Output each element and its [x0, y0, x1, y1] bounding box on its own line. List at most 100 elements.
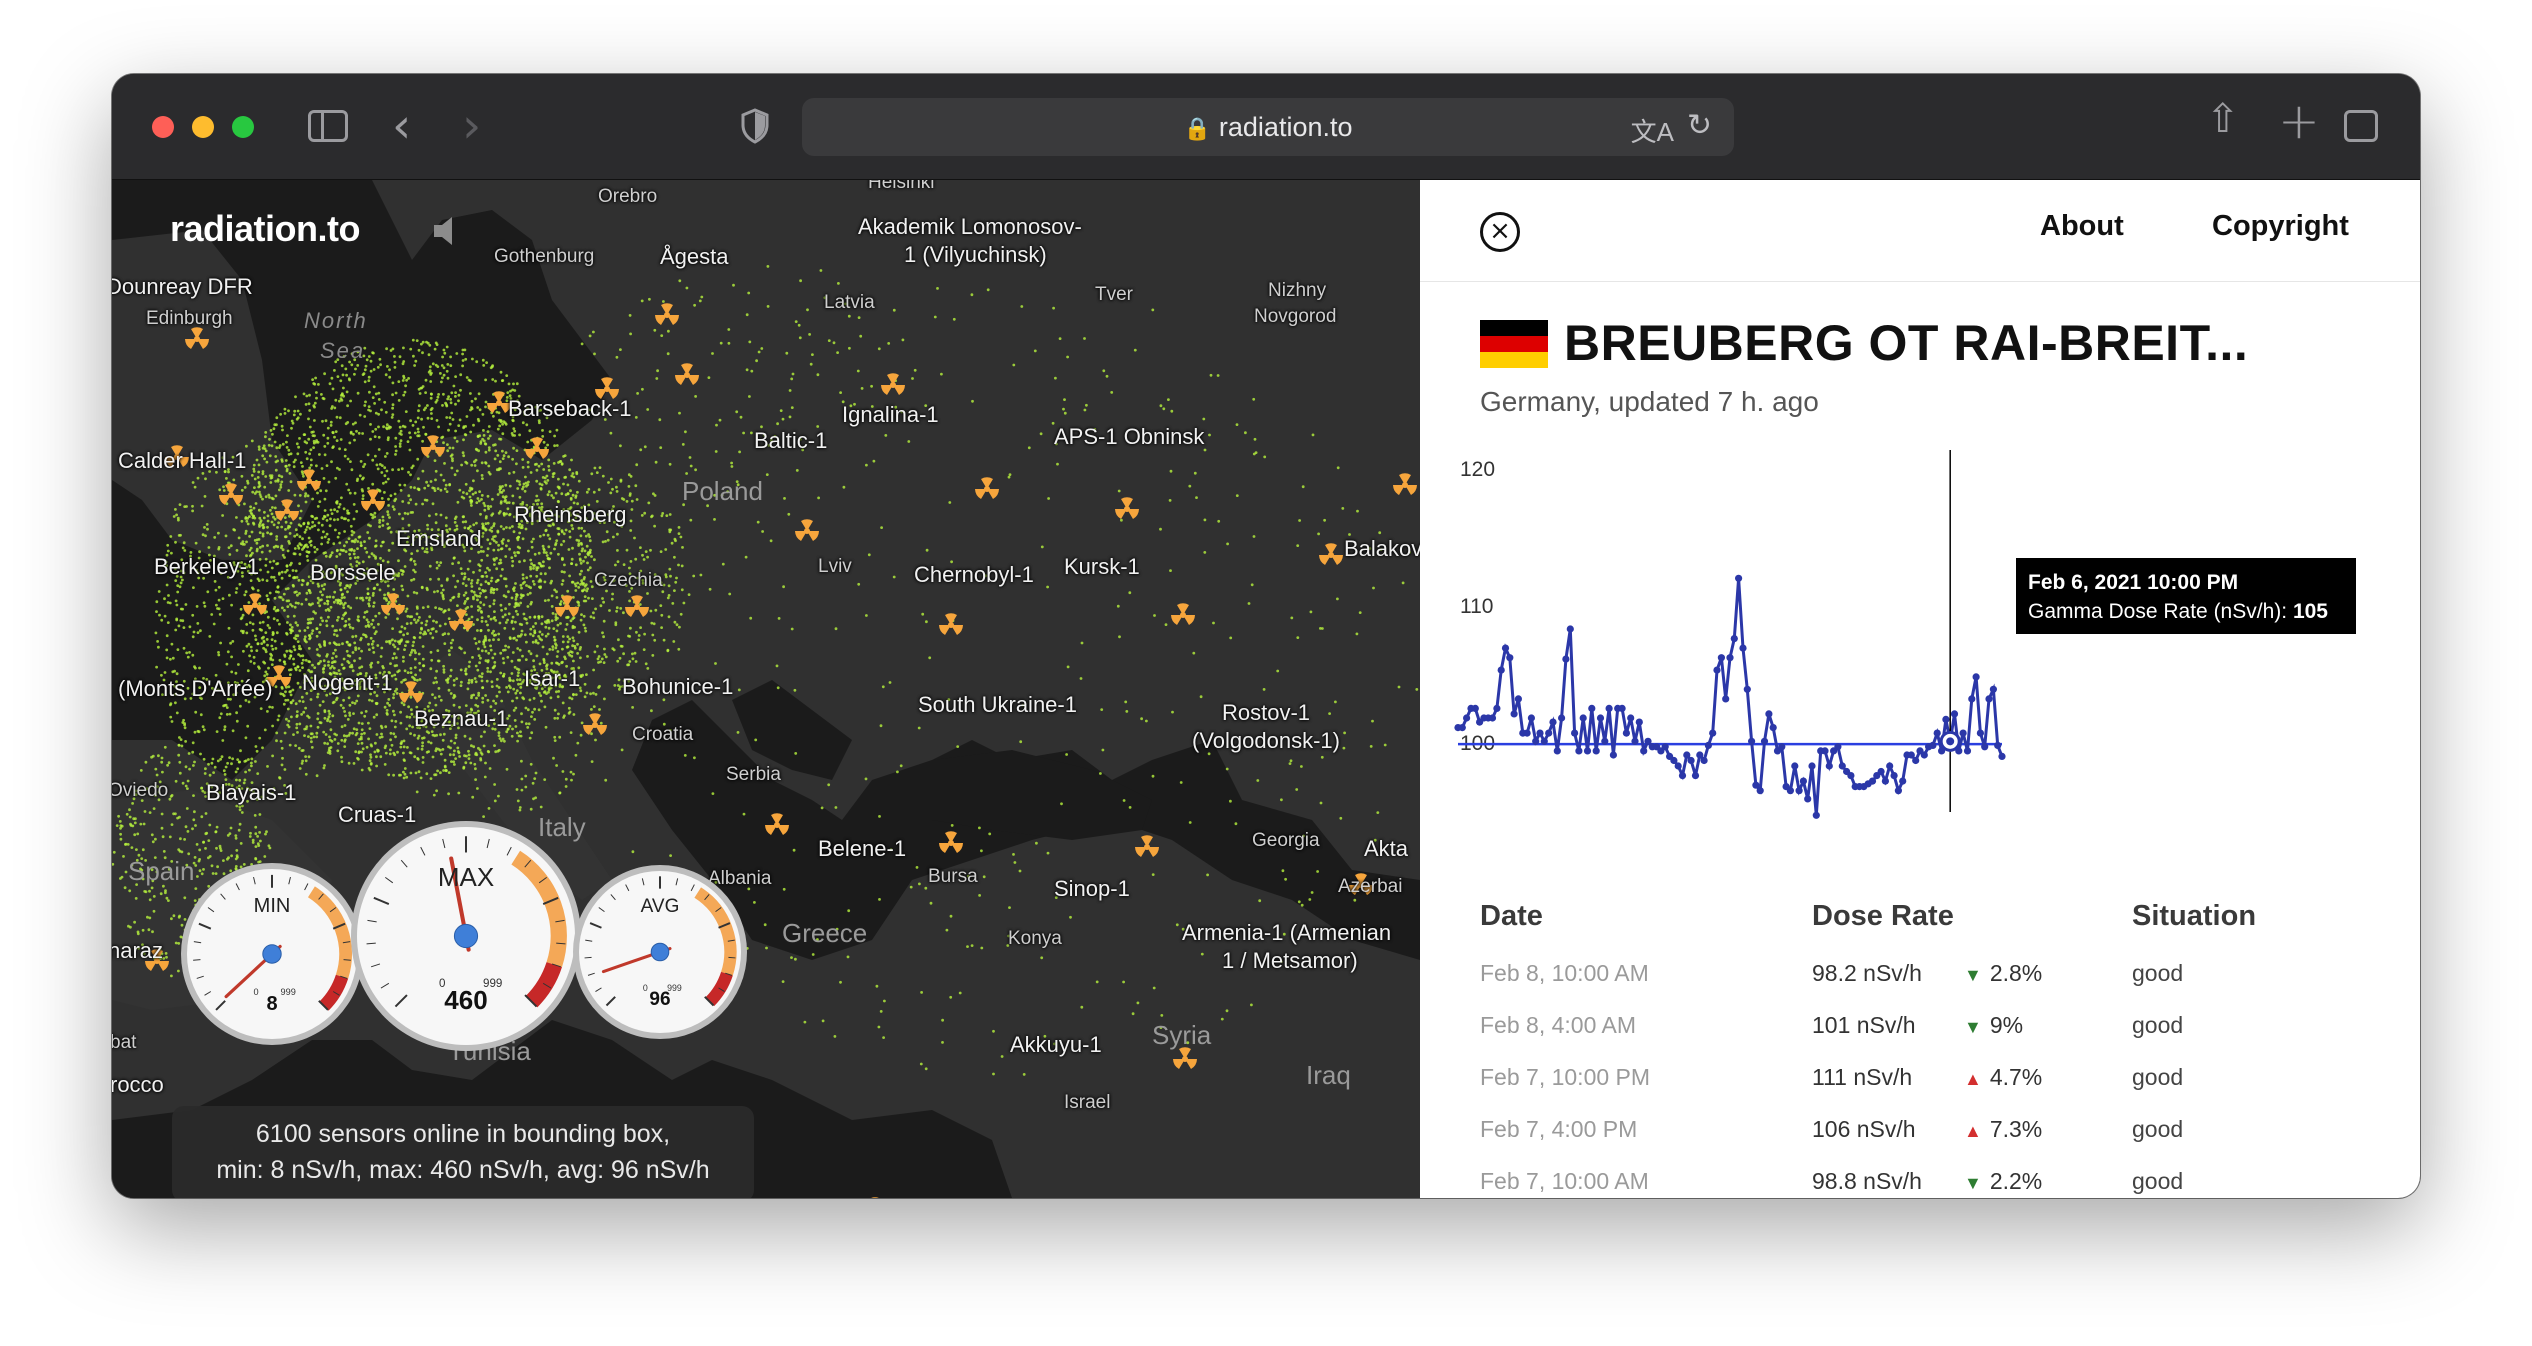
plus-icon[interactable]: + [2278, 92, 2320, 150]
nuclear-plant-icon[interactable] [418, 432, 448, 462]
map-label: Blayais-1 [206, 780, 297, 805]
series-line [1458, 578, 2004, 816]
close-window-button[interactable] [152, 116, 174, 138]
nuclear-plant-icon[interactable] [446, 606, 476, 636]
table-row[interactable]: Feb 8, 4:00 AM 101 nSv/h ▼ 9% good [1420, 1012, 2420, 1064]
nuclear-plant-icon[interactable] [878, 370, 908, 400]
nuclear-plant-icon[interactable] [240, 590, 270, 620]
data-point [1933, 729, 1941, 737]
dose-rate-chart[interactable]: 100110120 [1420, 450, 2420, 870]
map-label: Novgorod [1254, 306, 1337, 327]
nuclear-plant-icon[interactable] [936, 828, 966, 858]
tooltip-label: Gamma Dose Rate (nSv/h): [2028, 600, 2288, 623]
nuclear-plant-icon[interactable] [972, 474, 1002, 504]
about-link[interactable]: About [2040, 210, 2124, 243]
map-label: Akkuyu-1 [1010, 1032, 1102, 1057]
data-point [1514, 695, 1522, 703]
site-logo[interactable]: radiation.to [170, 208, 361, 250]
nuclear-plant-icon[interactable] [358, 486, 388, 516]
germany-flag-icon [1480, 320, 1548, 368]
data-point [1847, 772, 1855, 780]
nuclear-plant-icon[interactable] [272, 496, 302, 526]
row-situation: good [2132, 1116, 2184, 1142]
nuclear-plant-icon[interactable] [1316, 540, 1346, 570]
translate-icon[interactable]: 文A [1631, 112, 1674, 149]
forward-icon[interactable]: › [462, 96, 481, 156]
url-text: radiation.to [1218, 112, 1353, 142]
nuclear-plant-icon[interactable] [522, 434, 552, 464]
map-label: Croatia [632, 724, 694, 745]
data-point [1488, 714, 1497, 722]
nuclear-plant-icon[interactable] [216, 480, 246, 510]
map-label: APS-1 Obninsk [1054, 424, 1205, 449]
table-row[interactable]: Feb 8, 10:00 AM 98.2 nSv/h ▼ 2.8% good [1420, 960, 2420, 1012]
panel-header: × About Copyright [1420, 180, 2420, 282]
nuclear-plant-icon[interactable] [792, 516, 822, 546]
row-dose-rate: 98.2 nSv/h [1812, 960, 1922, 986]
nuclear-plant-icon[interactable] [1168, 600, 1198, 630]
minimize-window-button[interactable] [192, 116, 214, 138]
y-tick-label: 120 [1460, 458, 1495, 481]
nuclear-plant-icon[interactable] [580, 710, 610, 740]
nuclear-plant-icon[interactable] [652, 300, 682, 330]
row-change-value: 7.3% [1989, 1116, 2043, 1142]
map-label: Greece [782, 918, 868, 948]
row-dose-rate: 106 nSv/h [1812, 1116, 1916, 1142]
nuclear-plant-icon[interactable] [622, 592, 652, 622]
table-row[interactable]: Feb 7, 10:00 PM 111 nSv/h ▲ 4.7% good [1420, 1064, 2420, 1116]
row-dose-rate: 98.8 nSv/h [1812, 1168, 1922, 1194]
data-point [1950, 710, 1959, 718]
nuclear-plant-icon[interactable] [396, 678, 426, 708]
data-point [1493, 704, 1501, 712]
table-row[interactable]: Feb 7, 4:00 PM 106 nSv/h ▲ 7.3% good [1420, 1116, 2420, 1168]
copyright-link[interactable]: Copyright [2212, 210, 2349, 243]
data-point [1748, 737, 1756, 745]
nuclear-plant-icon[interactable] [672, 360, 702, 390]
map-label: 1 (Vilyuchinsk) [904, 242, 1047, 267]
row-change: ▲ 7.3% [1964, 1116, 2042, 1143]
data-point [1510, 710, 1518, 718]
close-icon[interactable]: × [1480, 212, 1520, 252]
nuclear-plant-icon[interactable] [936, 610, 966, 640]
map-label: Oviedo [112, 780, 169, 801]
data-point [1532, 737, 1540, 745]
trend-up-icon: ▲ [1964, 1121, 1982, 1141]
reload-icon[interactable]: ↻ [1687, 108, 1712, 143]
nuclear-plant-icon[interactable] [552, 592, 582, 622]
tabs-icon[interactable] [2344, 110, 2378, 142]
map-label: (Volgodonsk-1) [1192, 728, 1340, 753]
data-point [1778, 743, 1786, 751]
row-situation: good [2132, 1064, 2184, 1090]
data-point [1575, 747, 1583, 755]
data-point [1912, 756, 1920, 765]
nuclear-plant-icon[interactable] [378, 590, 408, 620]
table-row[interactable]: Feb 7, 10:00 AM 98.8 nSv/h ▼ 2.2% good [1420, 1168, 2420, 1198]
nuclear-plant-icon[interactable] [294, 466, 324, 496]
zoom-window-button[interactable] [232, 116, 254, 138]
map-label: Belene-1 [818, 836, 907, 861]
row-date: Feb 7, 10:00 PM [1480, 1064, 1651, 1090]
nuclear-plant-icon[interactable] [1112, 494, 1142, 524]
row-situation: good [2132, 960, 2184, 986]
nuclear-plant-icon[interactable] [1132, 832, 1162, 862]
sidebar-icon[interactable] [308, 110, 348, 142]
back-icon[interactable]: ‹ [392, 96, 411, 156]
map-label: bat [112, 1032, 137, 1053]
nuclear-plant-icon[interactable] [762, 810, 792, 840]
row-change: ▼ 9% [1964, 1012, 2023, 1039]
address-bar[interactable]: 🔒 radiation.to 文A ↻ [802, 98, 1734, 156]
shield-icon[interactable] [740, 108, 770, 144]
data-point [1743, 685, 1751, 693]
nuclear-plant-icon[interactable] [1390, 470, 1420, 500]
speaker-icon[interactable] [430, 214, 460, 248]
radiation-map[interactable]: Orebro Helsinki Gothenburg Ågesta Akademik L… [112, 180, 1420, 1198]
map-label: Lviv [818, 556, 852, 577]
data-point [1631, 737, 1639, 745]
chart-tooltip: Feb 6, 2021 10:00 PM Gamma Dose Rate (nS… [2016, 558, 2356, 634]
share-icon[interactable]: ⇧ [2206, 96, 2240, 142]
station-panel: × About Copyright BREUBERG OT RAI-BREIT.… [1420, 180, 2420, 1198]
map-label: Emsland [396, 526, 482, 551]
nuclear-plant-icon[interactable] [860, 1194, 890, 1198]
data-point [1622, 729, 1630, 737]
data-point [1821, 747, 1829, 755]
